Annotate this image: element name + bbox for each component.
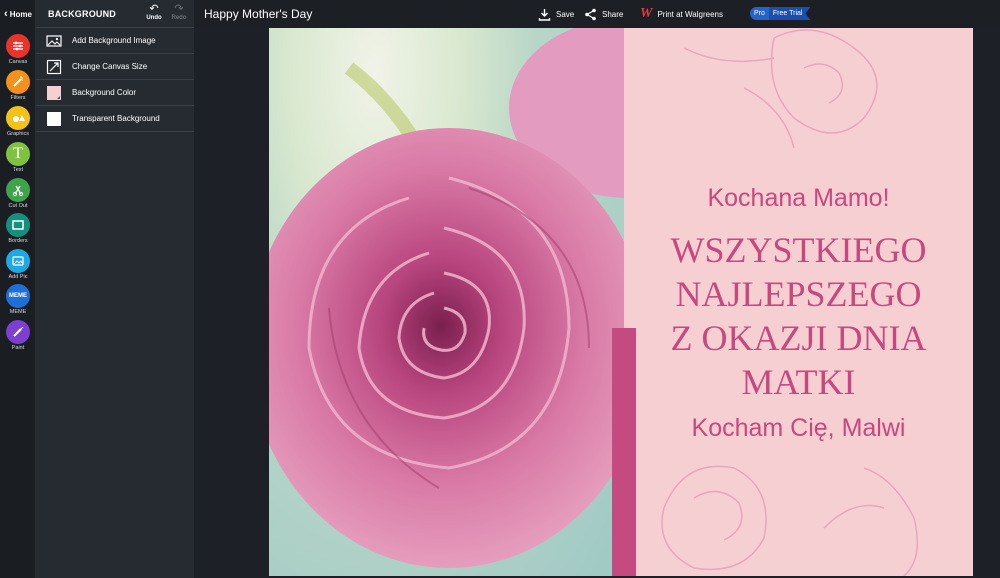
option-transparent-background[interactable]: Transparent Background [36,106,194,132]
share-label: Share [602,9,624,19]
shapes-icon [6,106,30,130]
tool-label: Cut Out [8,203,28,209]
option-label: Change Canvas Size [72,62,148,71]
sliders-icon [6,34,30,58]
print-label: Print at Walgreens [657,9,723,19]
walgreens-logo-icon: W [640,6,653,21]
resize-icon [46,59,62,75]
share-icon [585,8,596,20]
tool-label: Paint [11,345,25,351]
tool-label: Add Pic [8,274,28,280]
text-icon: T [6,142,30,166]
design-canvas[interactable]: Kochana Mamo! WSZYSTKIEGO NAJLEPSZEGO Z … [269,28,973,576]
card-main-line: WSZYSTKIEGO [670,230,927,270]
image-icon [46,35,62,47]
undo-icon: ↶ [149,3,159,15]
print-walgreens-button[interactable]: W Print at Walgreens [640,0,723,28]
tool-label: Borders [8,238,28,244]
tool-label: MEME [9,309,27,315]
meme-icon: MEME [6,284,30,308]
save-button[interactable]: Save [538,0,574,28]
tool-label: Canvas [8,59,28,65]
tool-paint[interactable]: Paint [0,320,36,354]
wand-icon [6,70,30,94]
tool-addpic[interactable]: Add Pic [0,249,36,283]
tool-label: Text [12,167,24,173]
trial-label: Free Trial [768,7,811,20]
background-panel: BACKGROUND ↶ Undo ↷ Redo Add Background … [36,0,194,578]
pro-free-trial-badge[interactable]: Pro Free Trial [750,6,811,21]
image-add-icon [6,249,30,273]
tool-borders[interactable]: Borders [0,213,36,247]
tool-graphics[interactable]: Graphics [0,106,36,140]
tool-cutout[interactable]: Cut Out [0,178,36,212]
pro-label: Pro [750,7,769,20]
workspace: Kochana Mamo! WSZYSTKIEGO NAJLEPSZEGO Z … [194,28,1000,578]
tool-canvas[interactable]: Canvas [0,34,36,68]
undo-button[interactable]: ↶ Undo [142,3,166,21]
card-main-line: Z OKAZJI DNIA [670,318,927,358]
card-greeting[interactable]: Kochana Mamo! [624,184,973,213]
download-icon [538,8,551,21]
home-button[interactable]: ‹ Home [0,0,36,28]
transparent-icon [47,112,61,126]
redo-label: Redo [171,15,187,21]
tool-label: Filters [10,95,26,101]
tool-text[interactable]: T Text [0,142,36,176]
top-bar: Happy Mother's Day Save Share W Print at… [194,0,1000,28]
option-label: Background Color [72,88,137,97]
tool-filters[interactable]: Filters [0,70,36,104]
card-signoff[interactable]: Kocham Cię, Malwi [624,414,973,443]
redo-button[interactable]: ↷ Redo [167,3,191,21]
undo-label: Undo [146,15,162,21]
frame-icon [6,213,30,237]
tool-label: Graphics [6,131,29,137]
home-label: Home [9,9,32,19]
option-add-background-image[interactable]: Add Background Image [36,28,194,54]
brush-icon [6,320,30,344]
share-button[interactable]: Share [584,0,623,28]
rose-image [269,28,624,568]
panel-header: BACKGROUND ↶ Undo ↷ Redo [36,0,194,28]
save-label: Save [556,9,575,19]
card-main-line: MATKI [741,362,856,402]
tool-meme[interactable]: MEME MEME [0,284,36,318]
card-main-text[interactable]: WSZYSTKIEGO NAJLEPSZEGO Z OKAZJI DNIA MA… [624,228,973,404]
card-main-line: NAJLEPSZEGO [675,274,922,314]
tool-rail: ‹ Home Canvas Filters Graphics T Text Cu… [0,0,36,578]
redo-icon: ↷ [174,3,184,15]
option-label: Add Background Image [72,36,156,45]
cutout-icon [6,178,30,202]
option-change-canvas-size[interactable]: Change Canvas Size [36,54,194,80]
chevron-left-icon: ‹ [4,8,8,20]
color-swatch-icon [47,86,61,100]
rose-photo[interactable] [269,28,624,576]
panel-title: BACKGROUND [48,9,116,19]
option-label: Transparent Background [72,114,160,123]
document-title[interactable]: Happy Mother's Day [204,7,312,21]
option-background-color[interactable]: Background Color [36,80,194,106]
